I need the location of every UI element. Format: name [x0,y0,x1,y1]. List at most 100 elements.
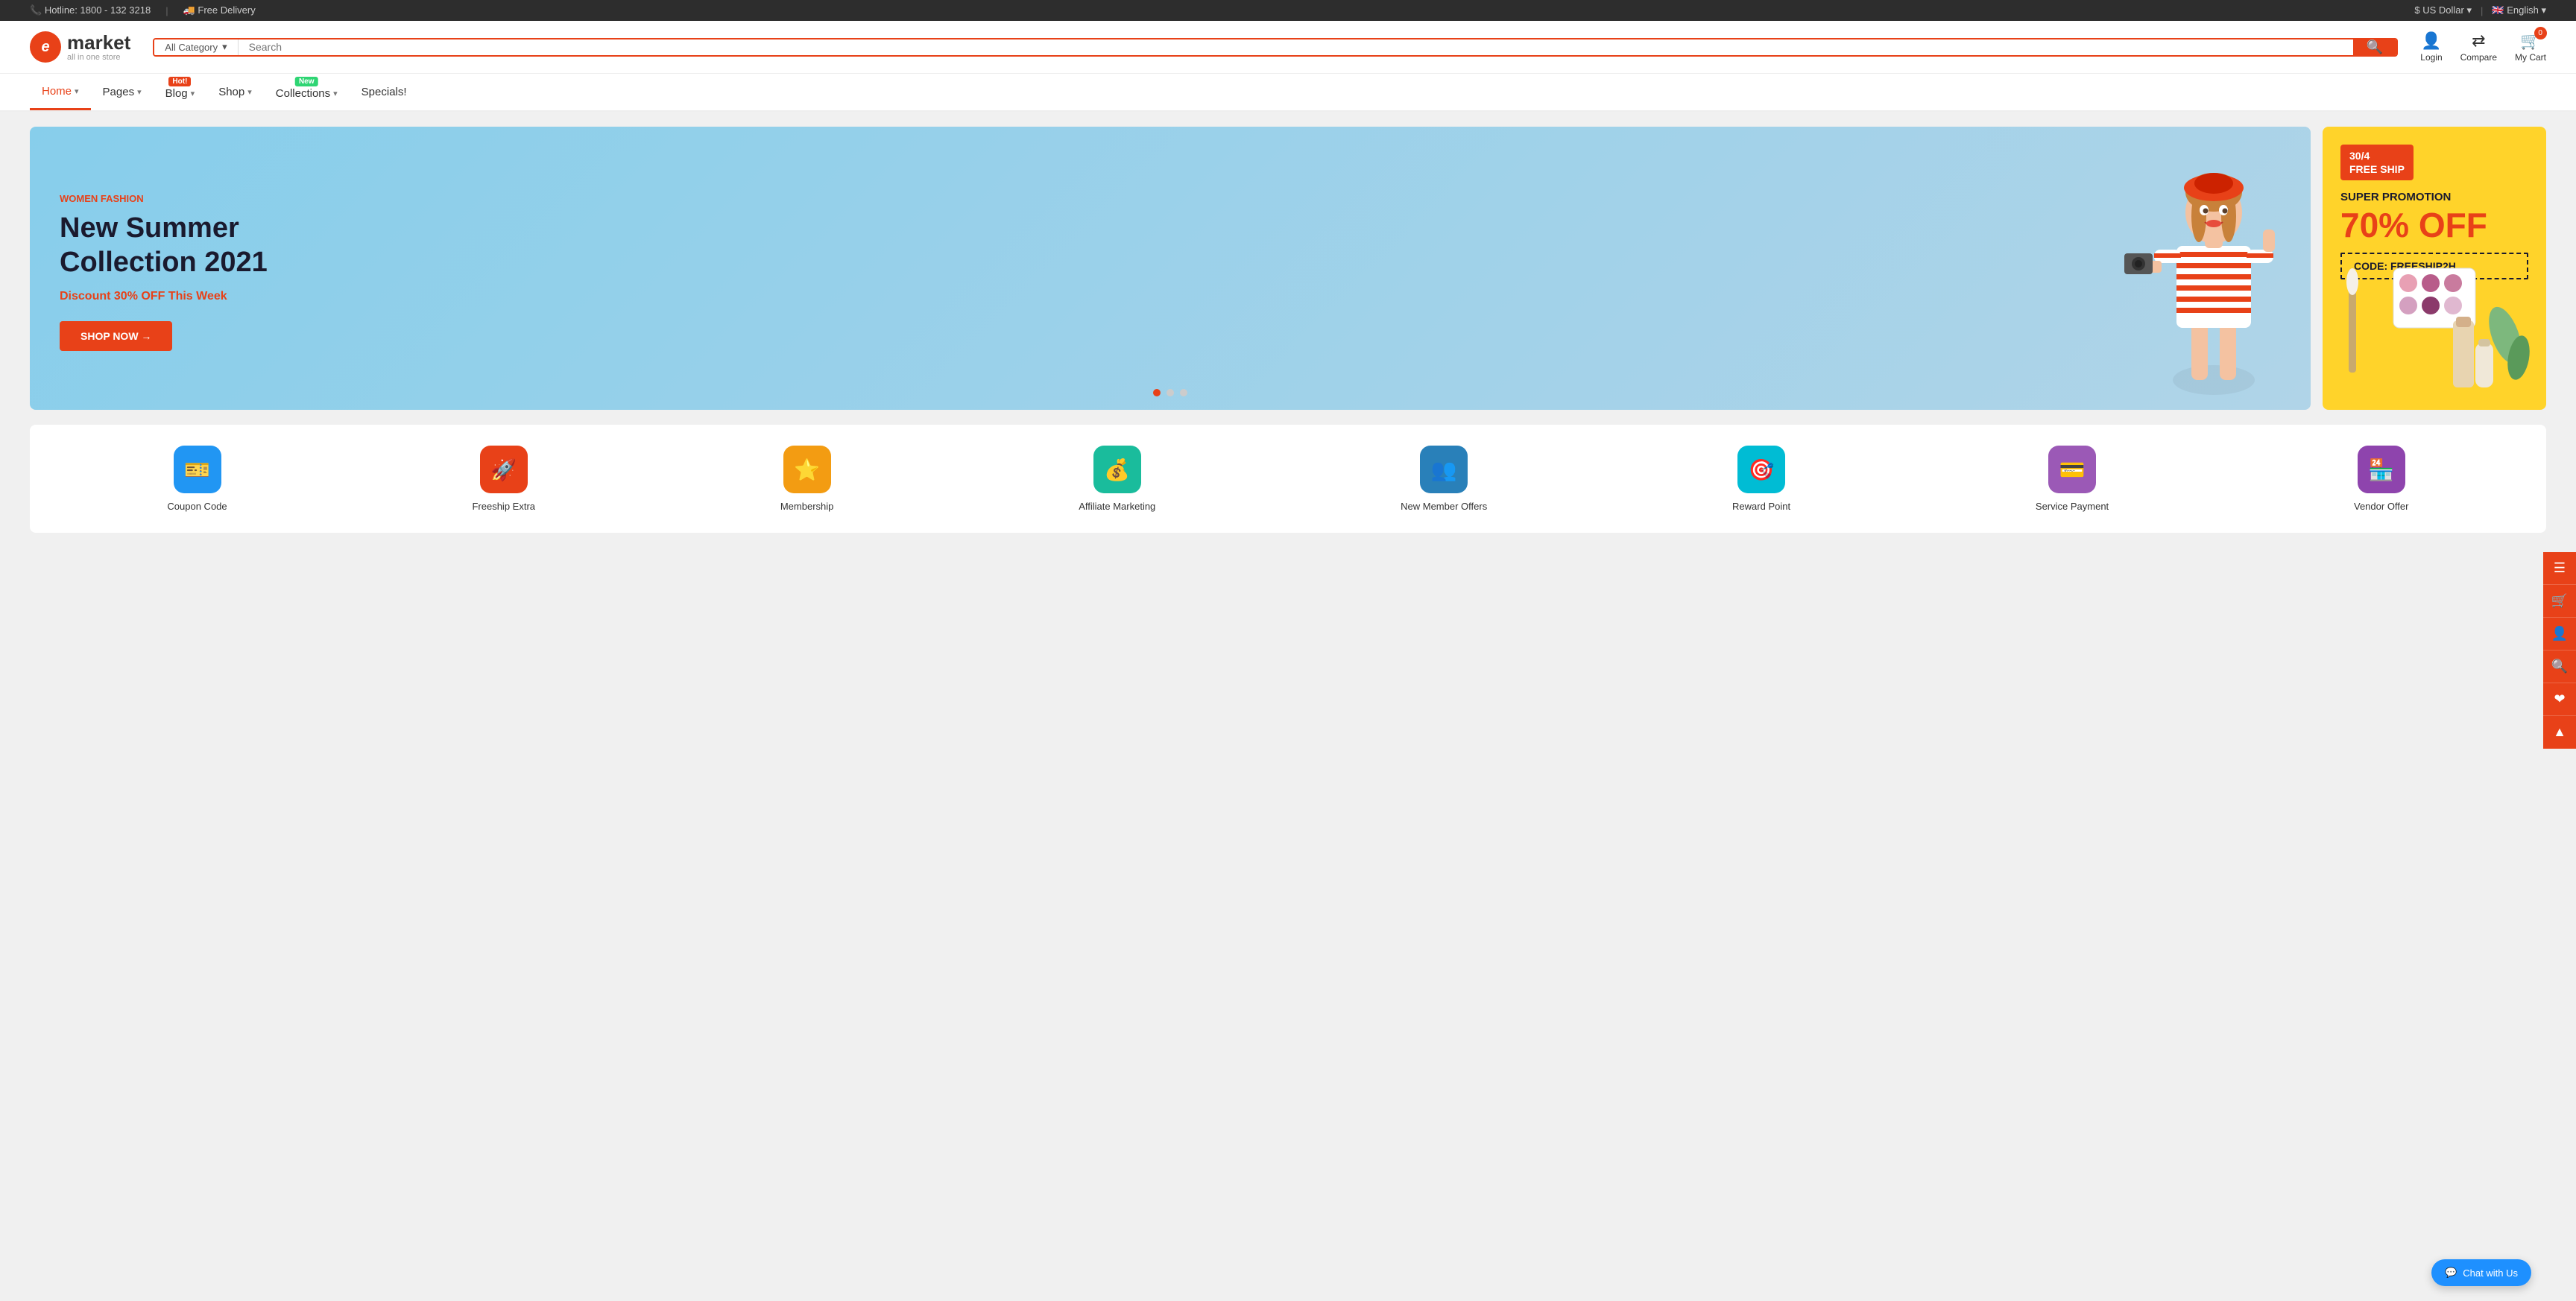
freeship-extra-icon: 🚀 [480,446,528,493]
compare-button[interactable]: ⇄ Compare [2460,31,2497,63]
reward-point-icon: 🎯 [1737,446,1785,493]
language-selector[interactable]: 🇬🇧 English ▾ [2492,4,2546,16]
banner-dots [1153,389,1187,396]
banner-title: New Summer Collection 2021 [60,212,268,279]
float-user-icon: 👤 [2551,626,2568,642]
membership-label: Membership [780,501,834,512]
float-search-icon: 🔍 [2551,659,2568,674]
topbar-divider-2: | [2481,5,2483,16]
topbar-left: 📞 Hotline: 1800 - 132 3218 | 🚚 Free Deli… [30,4,256,16]
float-cart-icon: 🛒 [2551,593,2568,609]
cart-badge: 0 [2534,27,2547,39]
delivery-info: 🚚 Free Delivery [183,4,256,16]
navbar: Home ▾ Pages ▾ Hot! Blog ▾ Shop ▾ New Co… [0,74,2576,112]
topbar: 📞 Hotline: 1800 - 132 3218 | 🚚 Free Deli… [0,0,2576,21]
nav-pages-label: Pages [103,86,135,98]
main-banner: WOMEN FASHION New Summer Collection 2021… [30,127,2311,410]
feature-service-payment[interactable]: 💳 Service Payment [2036,446,2109,512]
nav-blog-chevron: ▾ [191,89,195,98]
model-svg [2117,142,2311,395]
chat-label: Chat with Us [2463,1267,2518,1279]
login-label: Login [2420,52,2442,63]
nav-shop-chevron: ▾ [247,87,252,97]
super-promo-label: SUPER PROMOTION [2340,191,2528,203]
currency-label: $ US Dollar [2414,4,2463,16]
topbar-right: $ US Dollar ▾ | 🇬🇧 English ▾ [2414,4,2546,16]
collections-new-badge: New [295,77,318,86]
features-section: 🎫 Coupon Code 🚀 Freeship Extra ⭐ Members… [30,425,2546,533]
search-button[interactable]: 🔍 [2353,39,2396,55]
nav-item-pages[interactable]: Pages ▾ [91,75,154,109]
service-payment-label: Service Payment [2036,501,2109,512]
hero-section: WOMEN FASHION New Summer Collection 2021… [0,112,2576,425]
feature-freeship-extra[interactable]: 🚀 Freeship Extra [472,446,535,512]
float-wishlist-button[interactable]: ❤ [2543,683,2576,716]
hotline-icon: 📞 [30,4,42,16]
menu-icon: ☰ [2554,560,2566,576]
side-banner: 30/4 FREE SHIP SUPER PROMOTION 70% OFF C… [2323,127,2546,410]
hotline-info: 📞 Hotline: 1800 - 132 3218 [30,4,151,16]
shop-now-button[interactable]: SHOP NOW → [60,321,172,351]
feature-vendor-offer[interactable]: 🏪 Vendor Offer [2354,446,2408,512]
cart-button[interactable]: 🛒 0 My Cart [2515,31,2546,63]
cart-icon: 🛒 0 [2520,31,2540,51]
currency-selector[interactable]: $ US Dollar ▾ [2414,4,2472,16]
logo[interactable]: e market all in one store [30,31,130,63]
affiliate-marketing-icon: 💰 [1093,446,1141,493]
freeship-extra-label: Freeship Extra [472,501,535,512]
search-category-label: All Category [165,42,218,53]
reward-point-label: Reward Point [1732,501,1790,512]
chat-icon: 💬 [2445,1267,2457,1279]
banner-dot-3[interactable] [1180,389,1187,396]
membership-icon: ⭐ [783,446,831,493]
banner-dot-2[interactable] [1167,389,1174,396]
login-button[interactable]: 👤 Login [2420,31,2442,63]
vendor-offer-icon: 🏪 [2358,446,2405,493]
float-user-button[interactable]: 👤 [2543,618,2576,650]
feature-new-member-offers[interactable]: 👥 New Member Offers [1401,446,1487,512]
banner-discount: Discount 30% OFF This Week [60,290,268,303]
header: e market all in one store All Category ▾… [0,21,2576,74]
flag-icon: 🇬🇧 [2492,4,2504,16]
feature-membership[interactable]: ⭐ Membership [780,446,834,512]
floating-sidebar: ☰ 🛒 👤 🔍 ❤ ▲ [2543,552,2576,749]
float-top-button[interactable]: ▲ [2543,716,2576,749]
nav-item-blog[interactable]: Hot! Blog ▾ [154,74,207,110]
logo-sub: all in one store [67,53,130,62]
delivery-icon: 🚚 [183,4,195,16]
header-actions: 👤 Login ⇄ Compare 🛒 0 My Cart [2420,31,2546,63]
feature-affiliate-marketing[interactable]: 💰 Affiliate Marketing [1079,446,1155,512]
language-chevron: ▾ [2541,4,2546,16]
float-menu-button[interactable]: ☰ [2543,552,2576,585]
nav-shop-label: Shop [218,86,244,98]
new-member-offers-label: New Member Offers [1401,501,1487,512]
nav-specials-label: Specials! [362,86,407,98]
banner-dot-1[interactable] [1153,389,1161,396]
search-bar: All Category ▾ 🔍 [153,38,2398,57]
logo-text: market all in one store [67,32,130,63]
search-category-dropdown[interactable]: All Category ▾ [154,39,238,55]
vendor-offer-label: Vendor Offer [2354,501,2408,512]
banner-category: WOMEN FASHION [60,193,268,204]
nav-blog-label: Blog [165,87,188,100]
banner-content: WOMEN FASHION New Summer Collection 2021… [60,193,268,351]
search-input[interactable] [239,39,2353,55]
language-label: English [2507,4,2539,16]
search-icon: 🔍 [2367,39,2383,54]
chat-button[interactable]: 💬 Chat with Us [2431,1259,2531,1286]
feature-coupon-code[interactable]: 🎫 Coupon Code [167,446,227,512]
nav-item-shop[interactable]: Shop ▾ [206,75,264,109]
side-products [2323,261,2546,410]
cosmetics-svg [2334,261,2535,402]
delivery-label: Free Delivery [198,4,255,16]
nav-item-collections[interactable]: New Collections ▾ [264,74,350,110]
float-cart-button[interactable]: 🛒 [2543,585,2576,618]
nav-item-home[interactable]: Home ▾ [30,75,91,110]
cart-label: My Cart [2515,52,2546,63]
nav-item-specials[interactable]: Specials! [350,75,419,109]
login-icon: 👤 [2421,31,2441,51]
service-payment-icon: 💳 [2048,446,2096,493]
float-search-button[interactable]: 🔍 [2543,650,2576,683]
topbar-divider-1: | [165,5,168,16]
feature-reward-point[interactable]: 🎯 Reward Point [1732,446,1790,512]
